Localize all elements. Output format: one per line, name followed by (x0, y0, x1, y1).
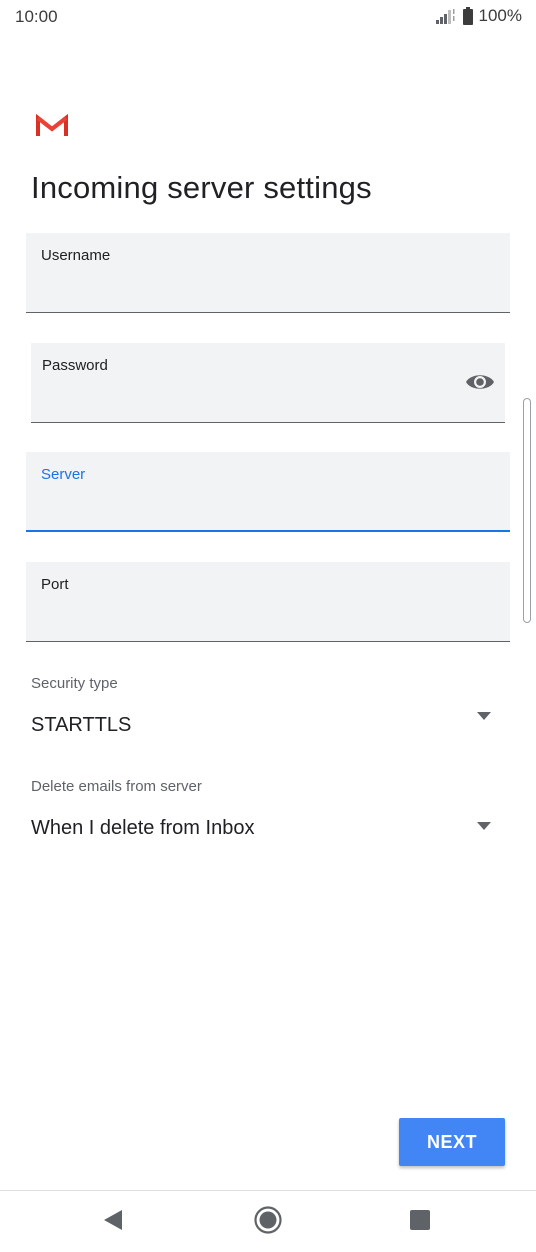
battery-icon (462, 7, 473, 25)
status-bar: 10:00 100% (0, 0, 536, 36)
delete-emails-dropdown[interactable]: When I delete from Inbox (26, 802, 510, 848)
security-type-dropdown[interactable]: STARTTLS (26, 700, 510, 746)
server-field[interactable]: Server (26, 452, 510, 532)
status-time: 10:00 (15, 7, 58, 26)
port-input[interactable] (41, 607, 495, 633)
eye-icon[interactable] (465, 371, 495, 393)
password-label: Password (42, 357, 108, 374)
server-input[interactable] (41, 496, 495, 522)
chevron-down-icon (477, 712, 491, 720)
recents-icon[interactable] (405, 1205, 435, 1235)
security-type-label: Security type (31, 675, 118, 692)
port-label: Port (41, 576, 69, 593)
port-field[interactable]: Port (26, 562, 510, 642)
back-icon[interactable] (99, 1205, 129, 1235)
delete-emails-label: Delete emails from server (31, 778, 202, 795)
chevron-down-icon (477, 822, 491, 830)
navigation-bar (0, 1190, 536, 1252)
status-icons: 100% (435, 6, 522, 26)
scrollbar[interactable] (523, 398, 531, 623)
username-field[interactable]: Username (26, 233, 510, 313)
signal-icon (435, 9, 455, 24)
page-title: Incoming server settings (31, 170, 372, 205)
password-field[interactable]: Password (31, 343, 505, 423)
security-type-value: STARTTLS (31, 714, 132, 736)
next-button[interactable]: NEXT (399, 1118, 505, 1166)
battery-percent: 100% (478, 6, 522, 25)
server-label: Server (41, 466, 86, 483)
password-input[interactable] (42, 388, 455, 414)
username-label: Username (41, 247, 111, 264)
gmail-logo (36, 114, 68, 136)
home-icon[interactable] (253, 1205, 283, 1235)
username-input[interactable] (41, 278, 495, 304)
delete-emails-value: When I delete from Inbox (31, 817, 255, 839)
